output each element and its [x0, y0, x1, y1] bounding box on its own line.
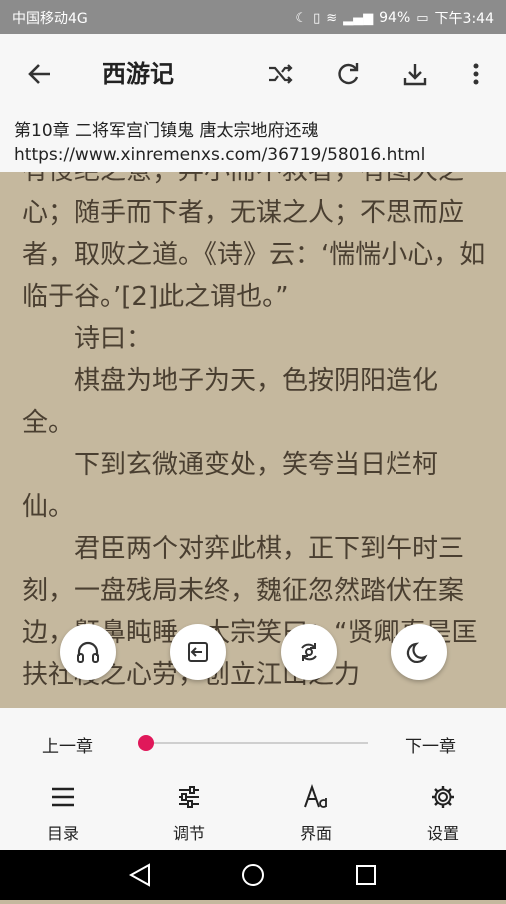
reader-text: 有侵绝之意；弃小而不救者，有图大之心；随手而下者，无谋之人；不思而应者，取败之道…: [22, 172, 488, 696]
toolbar: 西游记: [0, 34, 506, 112]
listen-button[interactable]: [60, 624, 116, 680]
shuffle-icon: [269, 64, 293, 84]
back-button[interactable]: [22, 56, 58, 92]
menu-settings[interactable]: 设置: [403, 780, 483, 844]
menu-label: 设置: [426, 824, 459, 843]
more-vert-icon: [473, 63, 479, 85]
menu-label: 目录: [46, 824, 79, 843]
exit-reader-button[interactable]: [170, 624, 226, 680]
wifi-icon: ≋: [326, 10, 338, 26]
chapter-info: 第10章 二将军宫门镇鬼 唐太宗地府还魂 https://www.xinreme…: [0, 112, 506, 172]
change-source-button[interactable]: [281, 624, 337, 680]
status-right: ☾ ▯ ≋ ▂▄▆ 94% ▭ 下午3:44: [295, 8, 494, 28]
bottom-panel: 上一章 下一章 目录 调节 界面 设置: [0, 708, 506, 850]
refresh-icon: [338, 63, 359, 85]
font-size-icon: [304, 784, 327, 808]
chapter-url[interactable]: https://www.xinremenxs.com/36719/58016.h…: [14, 145, 425, 165]
gear-icon: [432, 786, 454, 808]
paragraph: 有侵绝之意；弃小而不救者，有图大之心；随手而下者，无谋之人；不思而应者，取败之道…: [22, 172, 486, 312]
signal-icon: ▂▄▆: [343, 10, 374, 26]
chapter-title: 第10章 二将军宫门镇鬼 唐太宗地府还魂: [14, 121, 319, 141]
battery-percent: 94%: [379, 10, 411, 26]
moon-icon: [406, 642, 428, 664]
menu-catalog[interactable]: 目录: [23, 780, 103, 844]
back-nav-icon[interactable]: [128, 863, 150, 887]
shuffle-button[interactable]: [262, 56, 298, 92]
download-icon: [403, 64, 427, 86]
carrier-label: 中国移动4G: [12, 11, 88, 27]
search-refresh-icon: [301, 643, 317, 661]
clock: 下午3:44: [434, 11, 494, 27]
vibrate-icon: ▯: [313, 10, 321, 26]
paragraph: 诗曰：: [74, 324, 153, 354]
next-chapter-button[interactable]: 下一章: [405, 732, 456, 757]
night-mode-button[interactable]: [391, 624, 447, 680]
tune-icon: [179, 786, 199, 808]
refresh-button[interactable]: [330, 56, 366, 92]
status-bar: 中国移动4G ☾ ▯ ≋ ▂▄▆ 94% ▭ 下午3:44: [0, 0, 506, 34]
home-nav-icon[interactable]: [242, 864, 264, 886]
more-button[interactable]: [458, 56, 494, 92]
download-button[interactable]: [397, 56, 433, 92]
book-title: 西游记: [102, 60, 174, 88]
menu-interface[interactable]: 界面: [276, 780, 356, 844]
menu-label: 界面: [299, 824, 332, 843]
list-icon: [52, 787, 74, 807]
system-nav-bar: [0, 850, 506, 900]
chapter-progress-slider[interactable]: [146, 742, 368, 744]
paragraph: 下到玄微通变处，笑夸当日烂柯仙。: [22, 450, 439, 522]
arrow-left-icon: [28, 64, 50, 84]
moon-icon: ☾: [295, 10, 308, 26]
paragraph: 棋盘为地子为天，色按阴阳造化全。: [22, 366, 439, 438]
exit-icon: [188, 642, 208, 662]
menu-adjust[interactable]: 调节: [149, 780, 229, 844]
prev-chapter-button[interactable]: 上一章: [42, 732, 93, 757]
menu-label: 调节: [172, 824, 205, 843]
headphones-icon: [77, 641, 99, 663]
battery-icon: ▭: [416, 10, 429, 26]
recents-nav-icon[interactable]: [356, 865, 376, 885]
slider-thumb[interactable]: [138, 735, 154, 751]
